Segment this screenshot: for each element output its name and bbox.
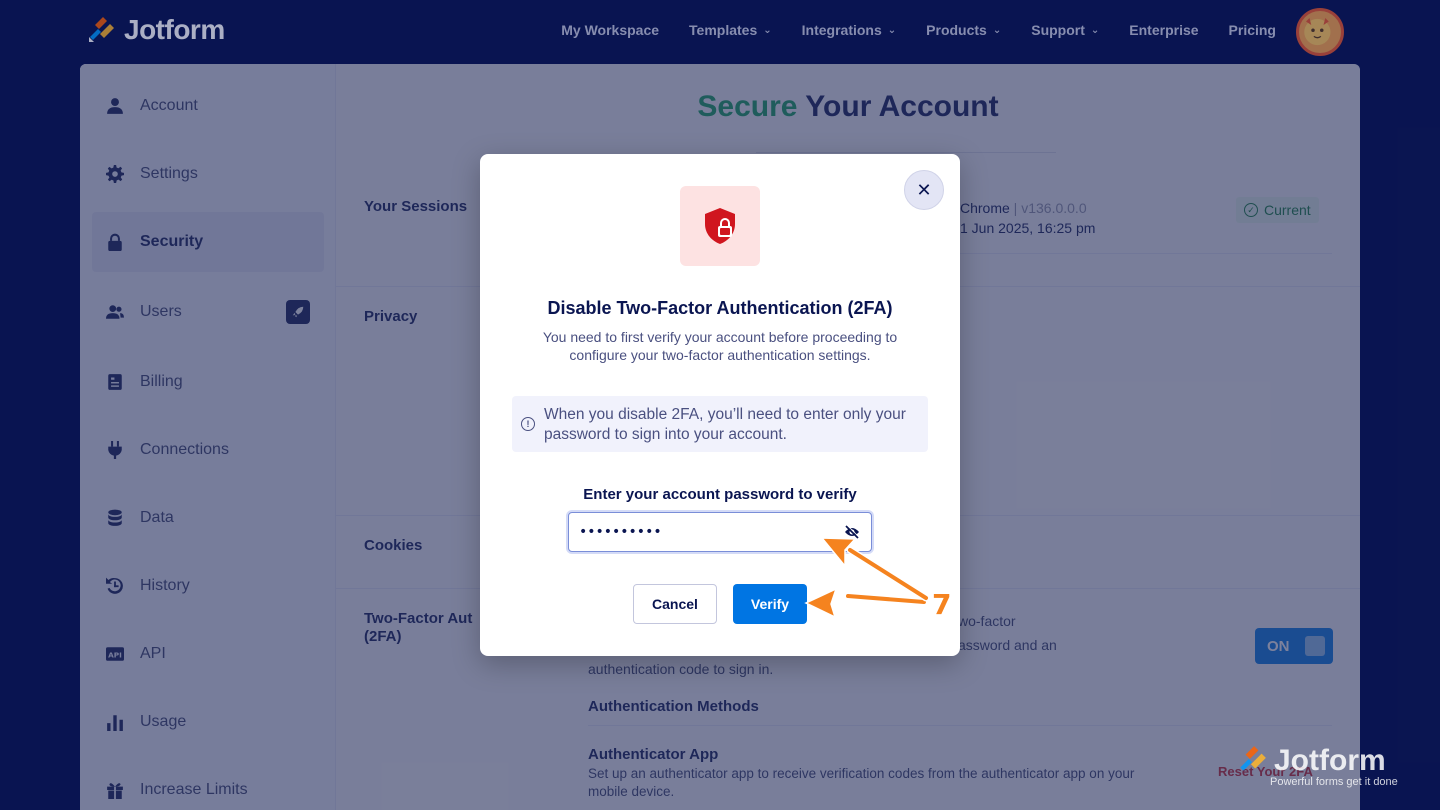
password-label: Enter your account password to verify [583,486,857,503]
close-icon: ✕ [916,179,932,200]
modal-title: Disable Two-Factor Authentication (2FA) [547,298,893,318]
info-alert-text: When you disable 2FA, you’ll need to ent… [544,406,906,443]
watermark-name: Jotform [1274,744,1386,777]
watermark-logo-icon [1240,746,1266,771]
disable-2fa-modal: ✕ Disable Two-Factor Authentication (2FA… [480,154,960,656]
info-alert: ! When you disable 2FA, you’ll need to e… [512,396,928,452]
step-number: 7 [932,588,952,621]
close-button[interactable]: ✕ [904,170,944,210]
watermark-tagline: Powerful forms get it done [1270,776,1398,788]
info-icon: ! [521,417,535,431]
verify-button[interactable]: Verify [733,584,807,624]
password-field[interactable] [568,512,872,552]
cancel-button[interactable]: Cancel [633,584,717,624]
modal-description: You need to first verify your account be… [542,329,898,363]
shield-lock-badge [680,186,760,266]
shield-lock-icon [705,208,735,244]
eye-slash-icon[interactable] [844,525,860,539]
